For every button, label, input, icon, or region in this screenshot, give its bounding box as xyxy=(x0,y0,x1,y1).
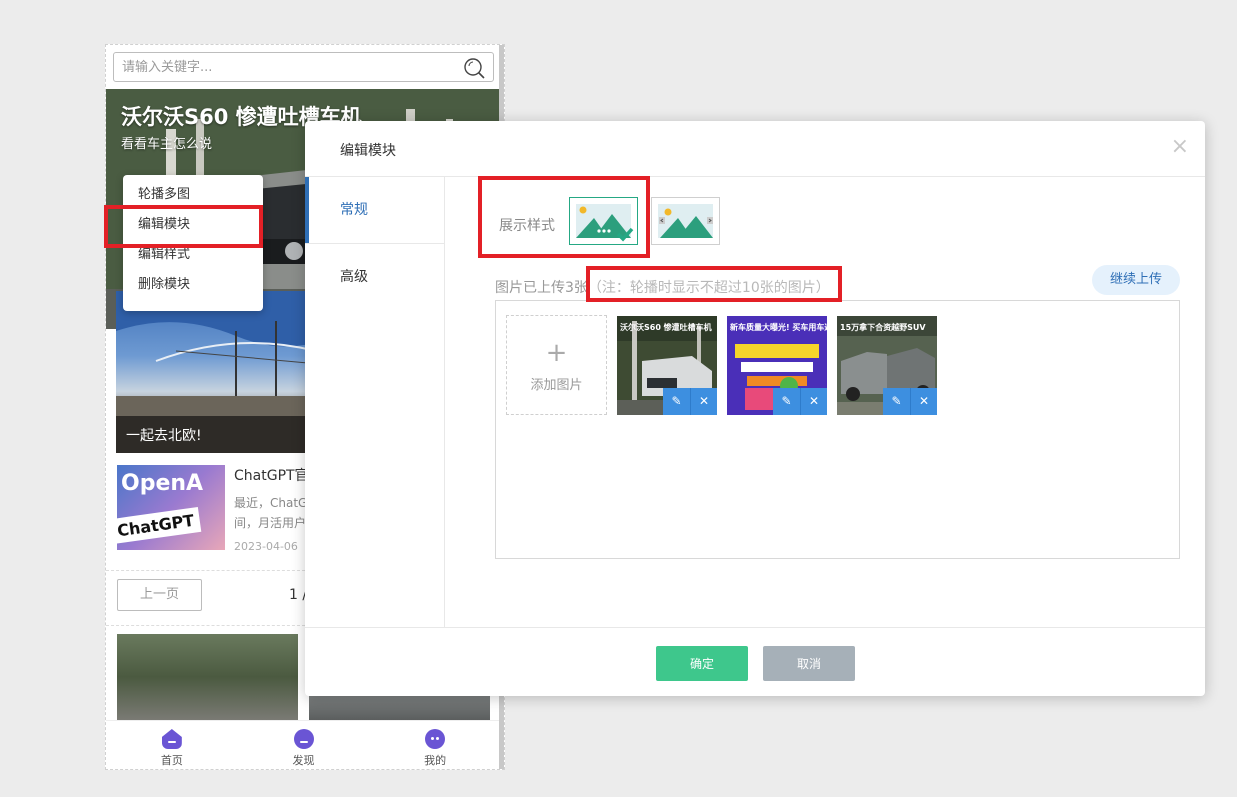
tab-discover[interactable]: 发现 xyxy=(238,721,370,769)
image-thumbnail[interactable]: 新车质量大曝光! 买车用车避坑指南 ✎ ✕ xyxy=(727,316,827,415)
search-icon[interactable] xyxy=(463,57,485,79)
image-thumbnail[interactable]: 15万拿下合资越野SUV ✎ ✕ xyxy=(837,316,937,415)
delete-image-icon[interactable]: ✕ xyxy=(800,388,827,415)
add-image-button[interactable]: + 添加图片 xyxy=(506,315,607,415)
upload-note: （注：轮播时显示不超过10张的图片） xyxy=(587,280,830,296)
edit-image-icon[interactable]: ✎ xyxy=(663,388,690,415)
tab-label: 我的 xyxy=(424,754,447,767)
discover-icon xyxy=(293,729,314,749)
grid-photo[interactable] xyxy=(117,634,298,720)
continue-upload-button[interactable]: 继续上传 xyxy=(1092,265,1180,295)
tab-home[interactable]: 首页 xyxy=(106,721,238,769)
context-menu: 轮播多图 编辑模块 编辑样式 删除模块 xyxy=(123,175,263,311)
tab-label: 首页 xyxy=(160,754,183,767)
openai-logo-text: OpenA xyxy=(121,471,204,496)
search-box[interactable] xyxy=(113,52,494,82)
add-image-label: 添加图片 xyxy=(530,378,583,393)
cancel-button[interactable]: 取消 xyxy=(763,646,855,681)
thumbnail-caption: 15万拿下合资越野SUV xyxy=(840,323,926,332)
menu-item-edit-module[interactable]: 编辑模块 xyxy=(123,210,263,240)
news-date: 2023-04-06 xyxy=(234,540,298,553)
slider-style-icon xyxy=(658,204,713,238)
tab-label: 发现 xyxy=(292,754,315,767)
profile-icon xyxy=(425,729,446,749)
tab-general[interactable]: 常规 xyxy=(305,177,444,243)
image-thumbnail[interactable]: 沃尔沃S60 惨遭吐槽车机 ✎ ✕ xyxy=(617,316,717,415)
plus-icon: + xyxy=(545,338,568,368)
menu-item-carousel[interactable]: 轮播多图 xyxy=(123,180,263,210)
home-icon xyxy=(161,729,182,749)
tab-profile[interactable]: 我的 xyxy=(369,721,501,769)
confirm-button[interactable]: 确定 xyxy=(656,646,748,681)
search-input[interactable] xyxy=(122,54,452,80)
style-option-slider[interactable] xyxy=(651,197,720,245)
edit-image-icon[interactable]: ✎ xyxy=(883,388,910,415)
dialog-header: 编辑模块 × xyxy=(305,121,1205,177)
news-title[interactable]: ChatGPT官 xyxy=(234,465,309,485)
close-icon[interactable]: × xyxy=(1171,135,1189,159)
delete-image-icon[interactable]: ✕ xyxy=(690,388,717,415)
menu-item-edit-style[interactable]: 编辑样式 xyxy=(123,240,263,270)
carousel-style-icon xyxy=(576,204,634,242)
dialog-sidebar: 常规 高级 xyxy=(305,177,445,627)
display-style-label: 展示样式 xyxy=(499,218,555,234)
news-description: 最近，ChatG间，月活用户 xyxy=(234,496,308,530)
dialog-title: 编辑模块 xyxy=(340,143,396,159)
dialog-footer: 确定 取消 xyxy=(305,627,1205,696)
thumbnail-caption: 沃尔沃S60 惨遭吐槽车机 xyxy=(620,323,712,332)
menu-item-delete-module[interactable]: 删除模块 xyxy=(123,270,263,300)
thumbnail-caption: 新车质量大曝光! 买车用车避坑指南 xyxy=(730,323,827,332)
bottom-tabbar: 首页 发现 我的 xyxy=(106,720,501,769)
banner-subtitle: 看看车主怎么说 xyxy=(121,137,213,152)
edit-image-icon[interactable]: ✎ xyxy=(773,388,800,415)
style-option-carousel[interactable] xyxy=(569,197,638,245)
chatgpt-sign-text: ChatGPT xyxy=(117,506,202,545)
edit-module-dialog: 编辑模块 × 常规 高级 展示样式 图片已上传3张（注：轮播时显示不超过10张的… xyxy=(305,121,1205,696)
upload-count: 图片已上传3张 xyxy=(495,280,588,296)
news-thumbnail[interactable]: OpenA ChatGPT xyxy=(117,465,225,550)
prev-page-button[interactable]: 上一页 xyxy=(117,579,202,611)
delete-image-icon[interactable]: ✕ xyxy=(910,388,937,415)
tab-advanced[interactable]: 高级 xyxy=(305,243,444,309)
card-caption: 一起去北欧! xyxy=(126,428,202,444)
image-list: + 添加图片 沃尔沃S60 惨遭吐槽车机 ✎ ✕ 新车质量大曝光! 买车用车 ✎… xyxy=(495,300,1180,559)
upload-info: 图片已上传3张（注：轮播时显示不超过10张的图片） xyxy=(495,277,830,297)
